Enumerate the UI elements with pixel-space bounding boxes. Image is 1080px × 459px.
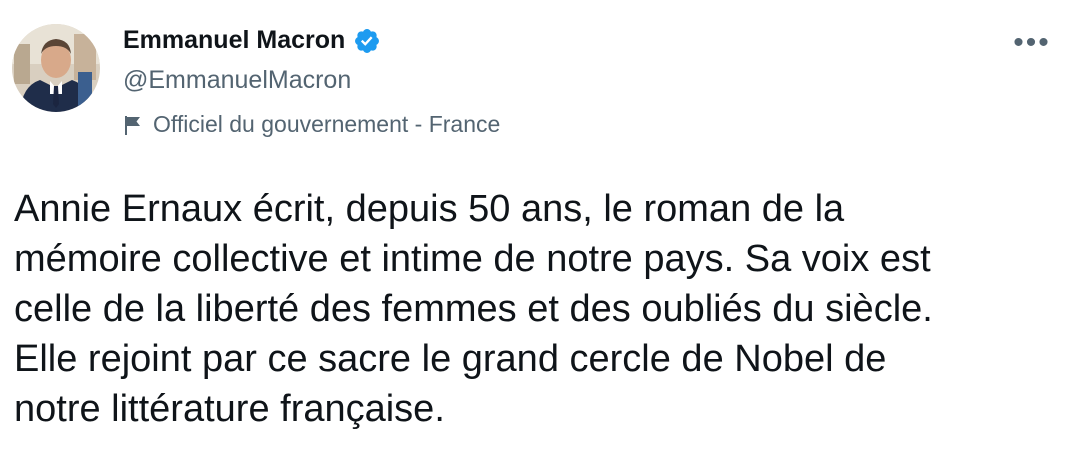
government-label-text[interactable]: Officiel du gouvernement - France bbox=[153, 111, 500, 138]
flag-icon bbox=[123, 114, 143, 136]
display-name[interactable]: Emmanuel Macron bbox=[123, 26, 345, 55]
author-name-row: Emmanuel Macron bbox=[123, 26, 381, 55]
tweet-text: Annie Ernaux écrit, depuis 50 ans, le ro… bbox=[14, 188, 933, 430]
avatar[interactable] bbox=[12, 24, 100, 112]
more-options-button[interactable]: ••• bbox=[1012, 28, 1052, 58]
verified-badge-icon bbox=[353, 27, 381, 55]
author-handle[interactable]: @EmmanuelMacron bbox=[123, 66, 351, 95]
government-label: Officiel du gouvernement - France bbox=[123, 111, 500, 138]
profile-photo-icon bbox=[12, 24, 100, 112]
tweet-card: Emmanuel Macron @EmmanuelMacron Officiel… bbox=[0, 0, 1080, 459]
